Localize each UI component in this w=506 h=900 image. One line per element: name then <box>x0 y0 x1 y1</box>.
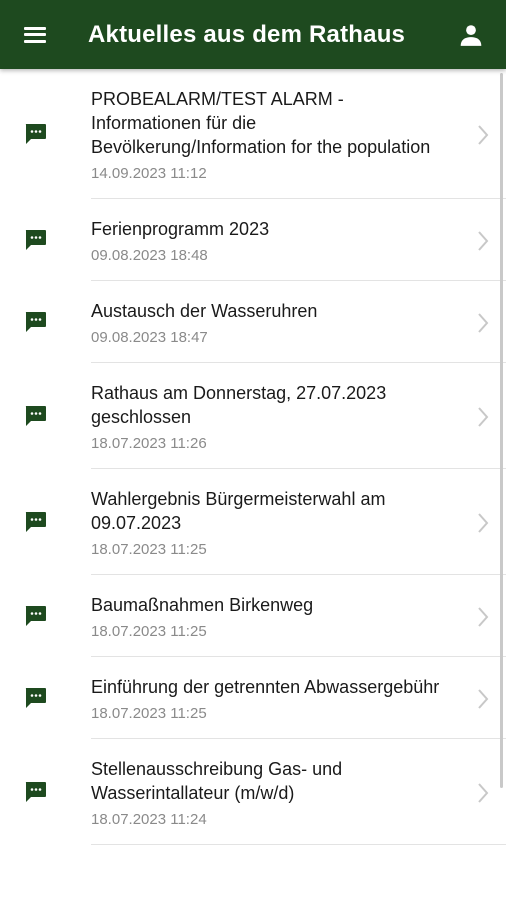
message-icon <box>25 124 46 144</box>
chevron-right-icon <box>478 512 489 533</box>
news-date: 18.07.2023 11:26 <box>91 435 207 452</box>
news-item[interactable]: Austausch der Wasseruhren 09.08.2023 18:… <box>0 281 506 363</box>
news-item[interactable]: Stellenausschreibung Gas- und Wasserinta… <box>0 739 506 845</box>
chevron-right-icon <box>478 406 489 427</box>
person-icon <box>460 24 482 46</box>
user-profile-button[interactable] <box>436 0 506 69</box>
news-list[interactable]: PROBEALARM/TEST ALARM - Informationen fü… <box>0 69 506 900</box>
message-icon <box>25 312 46 332</box>
news-date: 18.07.2023 11:25 <box>91 705 207 722</box>
news-title: Ferienprogramm 2023 <box>91 219 270 239</box>
message-icon <box>25 406 46 426</box>
news-item[interactable]: PROBEALARM/TEST ALARM - Informationen fü… <box>0 69 506 199</box>
news-title: Einführung der getrennten Abwassergebühr <box>91 677 440 697</box>
news-item[interactable]: Baumaßnahmen Birkenweg 18.07.2023 11:25 <box>0 575 506 657</box>
chevron-right-icon <box>478 230 489 251</box>
news-title: Stellenausschreibung Gas- und Wasserinta… <box>91 759 343 803</box>
chevron-right-icon <box>478 124 489 145</box>
news-item[interactable]: Rathaus am Donnerstag, 27.07.2023 geschl… <box>0 363 506 469</box>
news-title: Austausch der Wasseruhren <box>91 301 318 321</box>
message-icon <box>25 606 46 626</box>
chevron-right-icon <box>478 688 489 709</box>
message-icon <box>25 688 46 708</box>
app-header: Aktuelles aus dem Rathaus <box>0 0 506 69</box>
menu-button[interactable] <box>0 0 70 69</box>
news-title: Baumaßnahmen Birkenweg <box>91 595 314 615</box>
news-date: 14.09.2023 11:12 <box>91 165 207 182</box>
message-icon <box>25 512 46 532</box>
news-date: 09.08.2023 18:47 <box>91 329 208 346</box>
scrollbar[interactable] <box>500 73 503 788</box>
message-icon <box>25 230 46 250</box>
chevron-right-icon <box>478 312 489 333</box>
news-date: 18.07.2023 11:25 <box>91 541 207 558</box>
news-item[interactable]: Einführung der getrennten Abwassergebühr… <box>0 657 506 739</box>
news-title: Wahlergebnis Bürgermeisterwahl am 09.07.… <box>91 489 386 533</box>
news-item[interactable]: Wahlergebnis Bürgermeisterwahl am 09.07.… <box>0 469 506 575</box>
message-icon <box>25 782 46 802</box>
chevron-right-icon <box>478 782 489 803</box>
news-date: 09.08.2023 18:48 <box>91 247 208 264</box>
news-title: Rathaus am Donnerstag, 27.07.2023 geschl… <box>91 383 387 427</box>
chevron-right-icon <box>478 606 489 627</box>
news-title: PROBEALARM/TEST ALARM - Informationen fü… <box>91 89 431 157</box>
news-date: 18.07.2023 11:24 <box>91 811 207 828</box>
news-item[interactable]: Ferienprogramm 2023 09.08.2023 18:48 <box>0 199 506 281</box>
page-title: Aktuelles aus dem Rathaus <box>88 20 406 48</box>
news-date: 18.07.2023 11:25 <box>91 623 207 640</box>
hamburger-menu-icon <box>24 26 46 43</box>
